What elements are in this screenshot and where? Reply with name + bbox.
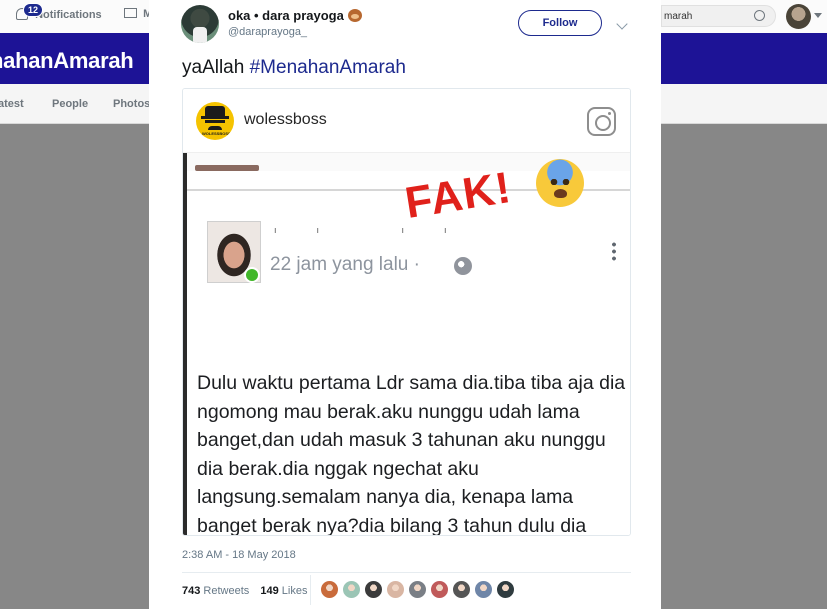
search-input[interactable]: marah — [661, 5, 776, 27]
divider — [182, 572, 631, 573]
wolessboss-logo[interactable]: WOLESSBOSS — [196, 102, 234, 140]
embedded-photo: ıı ıı 22 jam yang lalu · FAK! Dulu waktu… — [183, 153, 630, 536]
author-avatar[interactable] — [181, 5, 219, 43]
search-value: marah — [664, 11, 693, 22]
liker-avatar[interactable] — [474, 580, 493, 599]
liker-avatar[interactable] — [342, 580, 361, 599]
notifications-label: Notifications — [35, 9, 102, 21]
tweet-modal: oka • dara prayoga @daraprayoga_ Follow … — [149, 0, 661, 609]
tweet-text-prefix: yaAllah — [182, 57, 250, 78]
monkey-emoji-icon — [347, 9, 362, 22]
notifications-badge: 12 — [23, 3, 44, 17]
liker-avatar[interactable] — [496, 580, 515, 599]
liker-avatar[interactable] — [364, 580, 383, 599]
liker-avatar[interactable] — [408, 580, 427, 599]
chevron-down-icon[interactable] — [616, 18, 628, 30]
retweets-label: Retweets — [203, 585, 250, 597]
globe-icon — [454, 257, 472, 275]
logo-tag: WOLESSBOSS — [202, 131, 231, 136]
retweets-stat[interactable]: 743 Retweets — [182, 585, 249, 597]
liker-avatar[interactable] — [386, 580, 405, 599]
retweets-count: 743 — [182, 585, 201, 597]
embed-header: WOLESSBOSS wolessboss — [183, 89, 630, 153]
tab-latest[interactable]: atest — [0, 98, 24, 110]
fak-overlay-text: FAK! — [401, 162, 515, 229]
likes-count: 149 — [260, 585, 279, 597]
instagram-username[interactable]: wolessboss — [244, 111, 327, 129]
divider — [310, 575, 311, 605]
post-body-text: Dulu waktu pertama Ldr sama dia.tiba tib… — [197, 372, 626, 536]
redacted-name: ıı ıı — [274, 225, 487, 235]
author-name[interactable]: oka • dara prayoga — [228, 8, 362, 23]
liker-avatar[interactable] — [320, 580, 339, 599]
instagram-icon[interactable] — [587, 107, 616, 136]
likes-stat[interactable]: 149 Likes — [260, 585, 307, 597]
tab-people[interactable]: People — [52, 98, 88, 110]
messages-nav-item[interactable]: M — [124, 8, 152, 20]
tweet-timestamp[interactable]: 2:38 AM - 18 May 2018 — [182, 549, 296, 561]
likes-label: Likes — [281, 585, 308, 597]
banner-title: nahanAmarah — [0, 48, 134, 73]
more-options-icon — [612, 241, 616, 261]
post-time-ago: 22 jam yang lalu · — [270, 254, 420, 275]
mail-icon — [124, 8, 137, 18]
profile-avatar[interactable] — [786, 4, 811, 29]
fearful-face-emoji-icon — [536, 159, 584, 207]
liker-avatar[interactable] — [430, 580, 449, 599]
online-status-dot — [244, 267, 260, 283]
search-icon[interactable] — [754, 10, 765, 21]
hashtag-link[interactable]: #MenahanAmarah — [250, 57, 406, 78]
instagram-embed[interactable]: WOLESSBOSS wolessboss ıı ıı 22 jam yang … — [182, 88, 631, 536]
notifications-nav-item[interactable]: Notifications 12 — [16, 3, 102, 21]
tweet-text: yaAllah #MenahanAmarah — [182, 57, 406, 79]
follow-button[interactable]: Follow — [518, 10, 602, 36]
tweet-stats: 743 Retweets 149 Likes — [182, 585, 307, 597]
chevron-down-icon[interactable] — [814, 13, 822, 18]
tab-photos[interactable]: Photos — [113, 98, 150, 110]
author-handle[interactable]: @daraprayoga_ — [228, 26, 307, 38]
liker-avatar[interactable] — [452, 580, 471, 599]
author-name-text: oka • dara prayoga — [228, 8, 344, 23]
